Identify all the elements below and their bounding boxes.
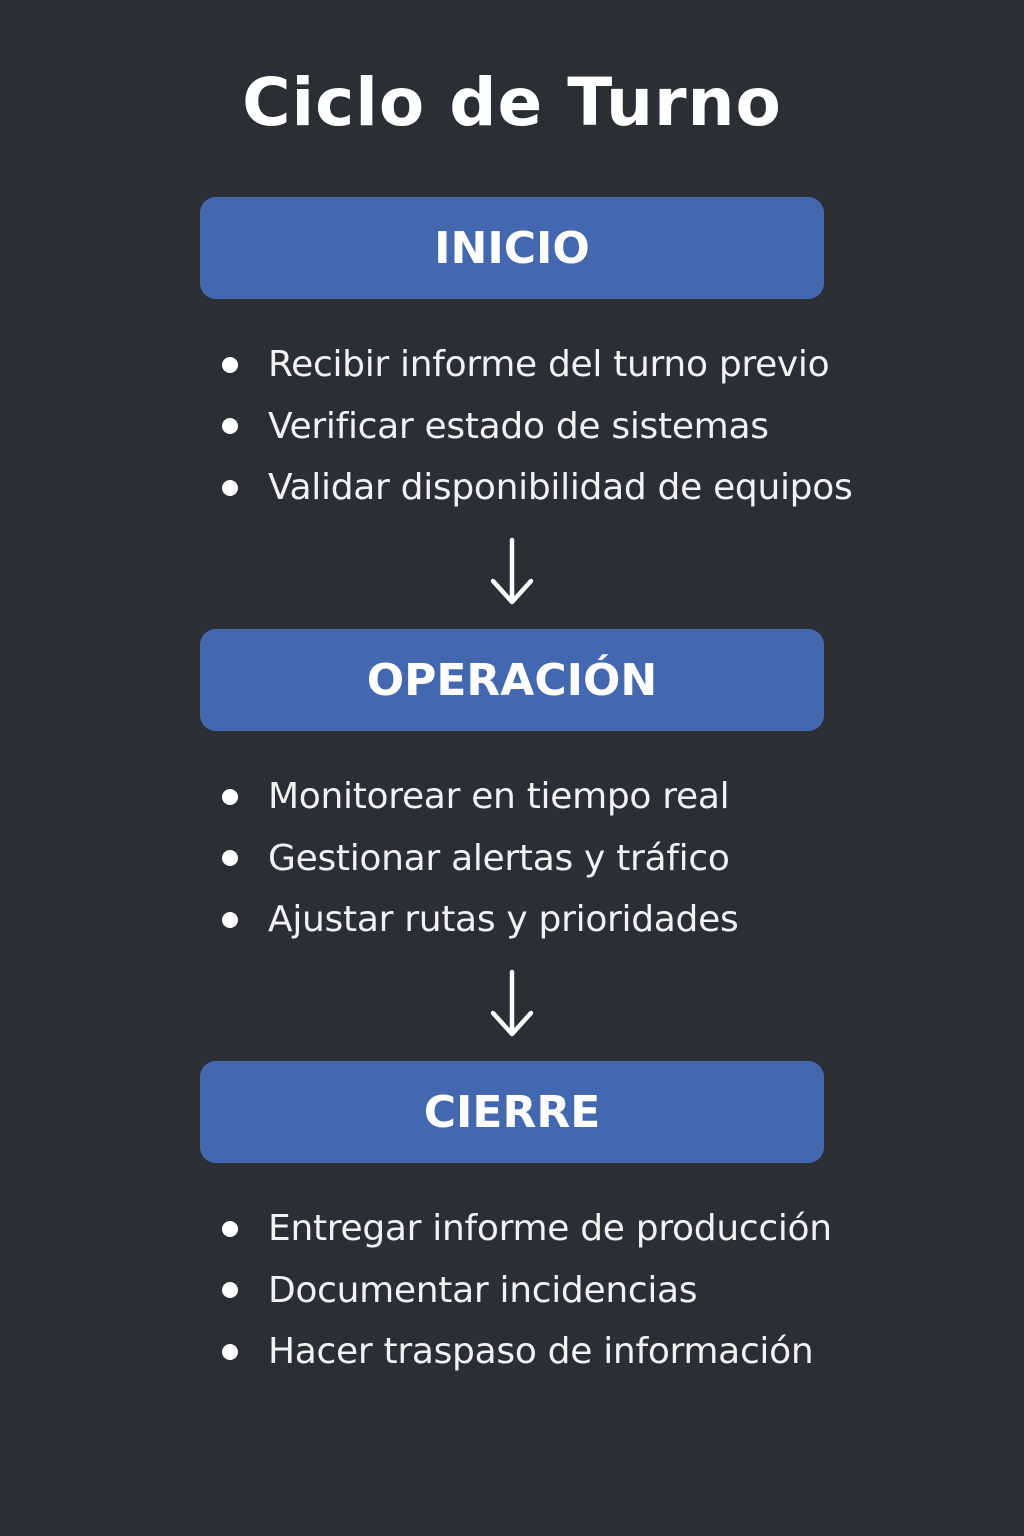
list-item-text: Entregar informe de producción <box>268 1208 832 1250</box>
arrow-down-icon <box>490 969 534 1037</box>
stage-list-operacion: Monitorear en tiempo real Gestionar aler… <box>220 766 920 951</box>
bullet-dot-icon <box>222 1282 238 1299</box>
bullet-dot-icon <box>222 418 238 435</box>
list-item-text: Monitorear en tiempo real <box>268 776 730 818</box>
bullet-dot-icon <box>222 479 238 496</box>
list-item: Monitorear en tiempo real <box>220 766 920 828</box>
diagram-title: Ciclo de Turno <box>242 64 782 141</box>
stage-box-inicio: INICIO <box>200 197 824 299</box>
diagram-canvas: Ciclo de Turno INICIO Recibir informe de… <box>0 0 1024 1536</box>
list-item-text: Documentar incidencias <box>268 1269 698 1311</box>
list-item-text: Hacer traspaso de información <box>268 1331 814 1373</box>
stage-box-cierre: CIERRE <box>200 1061 824 1163</box>
bullet-dot-icon <box>222 1220 238 1237</box>
arrow-down-icon <box>490 537 534 605</box>
stage-label-operacion: OPERACIÓN <box>366 654 658 706</box>
list-item: Documentar incidencias <box>220 1260 920 1322</box>
list-item: Entregar informe de producción <box>220 1198 920 1260</box>
list-item: Gestionar alertas y tráfico <box>220 828 920 890</box>
stage-box-operacion: OPERACIÓN <box>200 629 824 731</box>
list-item-text: Recibir informe del turno previo <box>268 344 830 386</box>
stage-list-cierre: Entregar informe de producción Documenta… <box>220 1198 920 1383</box>
bullet-dot-icon <box>222 911 238 928</box>
list-item-text: Verificar estado de sistemas <box>268 405 769 447</box>
bullet-dot-icon <box>222 1343 238 1360</box>
list-item-text: Validar disponibilidad de equipos <box>268 467 853 509</box>
list-item-text: Gestionar alertas y tráfico <box>268 837 730 879</box>
list-item: Recibir informe del turno previo <box>220 334 920 396</box>
list-item: Validar disponibilidad de equipos <box>220 457 920 519</box>
stage-label-cierre: CIERRE <box>423 1086 601 1138</box>
list-item: Hacer traspaso de información <box>220 1321 920 1383</box>
list-item: Ajustar rutas y prioridades <box>220 889 920 951</box>
stage-list-inicio: Recibir informe del turno previo Verific… <box>220 334 920 519</box>
bullet-dot-icon <box>222 356 238 373</box>
list-item-text: Ajustar rutas y prioridades <box>268 899 739 941</box>
list-item: Verificar estado de sistemas <box>220 396 920 458</box>
bullet-dot-icon <box>222 850 238 867</box>
bullet-dot-icon <box>222 788 238 805</box>
stage-label-inicio: INICIO <box>434 222 590 274</box>
